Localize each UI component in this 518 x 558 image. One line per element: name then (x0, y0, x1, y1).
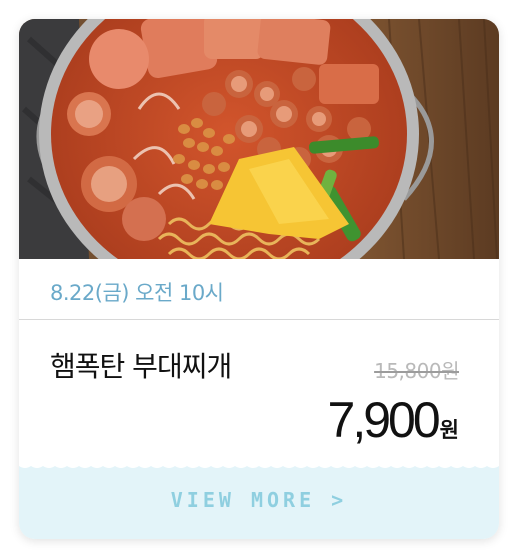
original-price: 15,800원 (374, 359, 459, 383)
open-date: 8.22(금) 오전 10시 (50, 281, 224, 305)
product-card[interactable]: 8.22(금) 오전 10시 햄폭탄 부대찌개 15,800원 7,900원 V… (19, 19, 499, 539)
view-more-label[interactable]: VIEW MORE > (19, 488, 499, 512)
product-name[interactable]: 햄폭탄 부대찌개 (50, 345, 232, 385)
sale-price-amount: 7,900 (327, 392, 441, 448)
product-image[interactable] (19, 19, 499, 259)
scallop-edge (19, 464, 499, 468)
divider (19, 319, 499, 320)
sale-price-currency: 원 (439, 418, 459, 442)
sale-price: 7,900원 (328, 391, 459, 449)
